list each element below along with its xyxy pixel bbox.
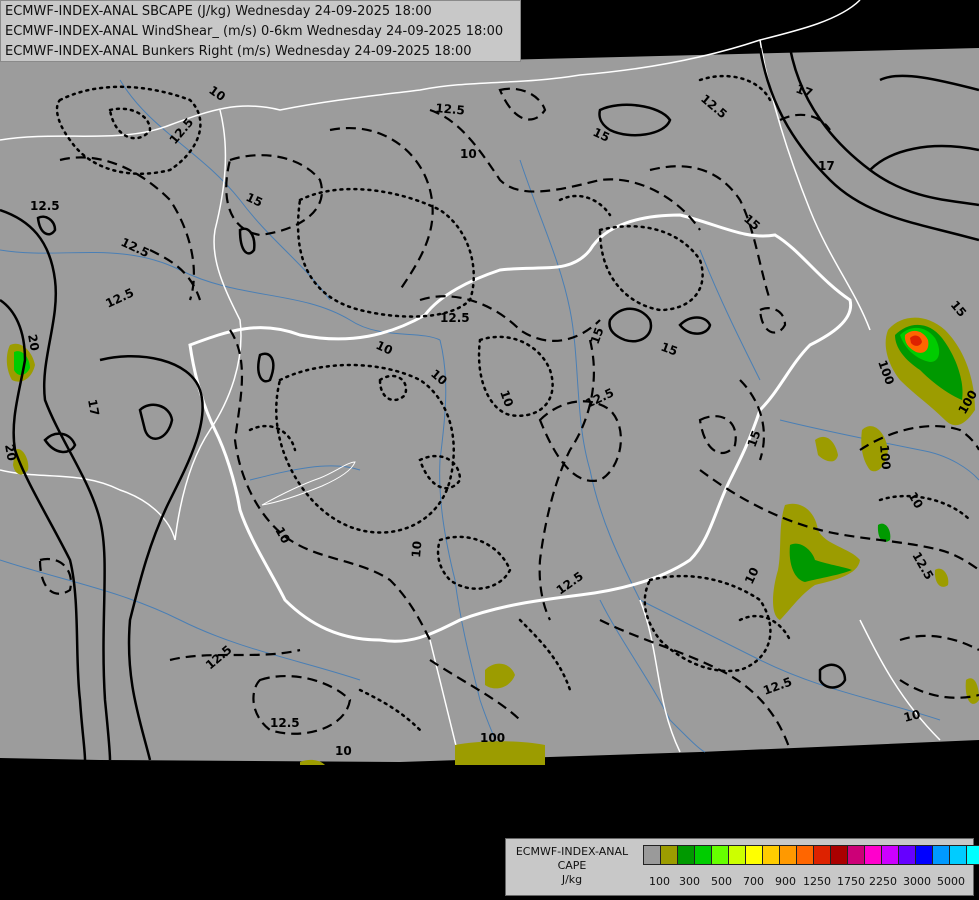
legend-swatch — [779, 845, 797, 865]
legend-tick-label: 1750 — [837, 875, 865, 888]
legend-swatch — [932, 845, 950, 865]
legend-swatch — [694, 845, 712, 865]
title-sbcape: ECMWF-INDEX-ANAL SBCAPE (J/kg) Wednesday… — [5, 4, 432, 19]
legend-tick-label: 900 — [775, 875, 796, 888]
contour-label: 17 — [818, 159, 835, 173]
weather-map: 10 12.5 12.5 12.5 12.5 15 15 15 15 17 17… — [0, 0, 979, 900]
title-windshear: ECMWF-INDEX-ANAL WindShear_ (m/s) 0-6km … — [5, 24, 504, 39]
legend-swatch — [660, 845, 678, 865]
title-bunkers: ECMWF-INDEX-ANAL Bunkers Right (m/s) Wed… — [5, 44, 472, 59]
contour-label: 100 — [480, 731, 505, 745]
legend-tick-label: 2250 — [869, 875, 897, 888]
title-box: ECMWF-INDEX-ANAL SBCAPE (J/kg) Wednesday… — [0, 0, 521, 62]
contour-label: 12.5 — [30, 199, 60, 213]
contour-label: 20 — [25, 333, 42, 352]
legend-swatch — [745, 845, 763, 865]
legend-swatch — [830, 845, 848, 865]
contour-label: 12.5 — [435, 101, 466, 118]
legend-title-line2: CAPE — [557, 859, 587, 872]
legend-swatch — [864, 845, 882, 865]
legend-tick-label: 700 — [743, 875, 764, 888]
legend-swatch — [813, 845, 831, 865]
legend-swatch — [847, 845, 865, 865]
contour-label: 17 — [85, 398, 102, 417]
legend-tick-label: 5000 — [937, 875, 965, 888]
legend-swatch — [966, 845, 979, 865]
legend-unit: J/kg — [561, 873, 583, 886]
legend-tick-label: 1250 — [803, 875, 831, 888]
contour-label: 100 — [877, 444, 893, 470]
legend-tick-label: 100 — [649, 875, 670, 888]
legend-title: ECMWF-INDEX-ANAL CAPE J/kg — [508, 845, 636, 887]
legend-swatch — [677, 845, 695, 865]
contour-label: 20 — [2, 443, 19, 462]
legend-swatch — [898, 845, 916, 865]
legend-tick-label: 3000 — [903, 875, 931, 888]
legend-tick-label: 500 — [711, 875, 732, 888]
legend-title-line1: ECMWF-INDEX-ANAL — [515, 845, 629, 858]
legend-labels: 100 300 500 700 900 1250 1750 2250 3000 5000 — [641, 875, 971, 889]
contour-label: 10 — [335, 744, 352, 758]
legend-swatch — [796, 845, 814, 865]
legend-swatch — [728, 845, 746, 865]
legend-swatch — [949, 845, 967, 865]
contour-label: 12.5 — [440, 311, 470, 325]
legend-swatch — [881, 845, 899, 865]
legend-color-bar — [643, 845, 979, 867]
contour-label: 10 — [460, 147, 477, 161]
legend-swatch — [711, 845, 729, 865]
legend-tick-label: 300 — [679, 875, 700, 888]
contour-label: 12.5 — [270, 716, 300, 730]
legend-swatch — [915, 845, 933, 865]
contour-label: 10 — [409, 540, 424, 558]
legend-swatch — [643, 845, 661, 865]
cape-legend: ECMWF-INDEX-ANAL CAPE J/kg 100 300 500 700 9… — [505, 838, 979, 896]
legend-swatch — [762, 845, 780, 865]
